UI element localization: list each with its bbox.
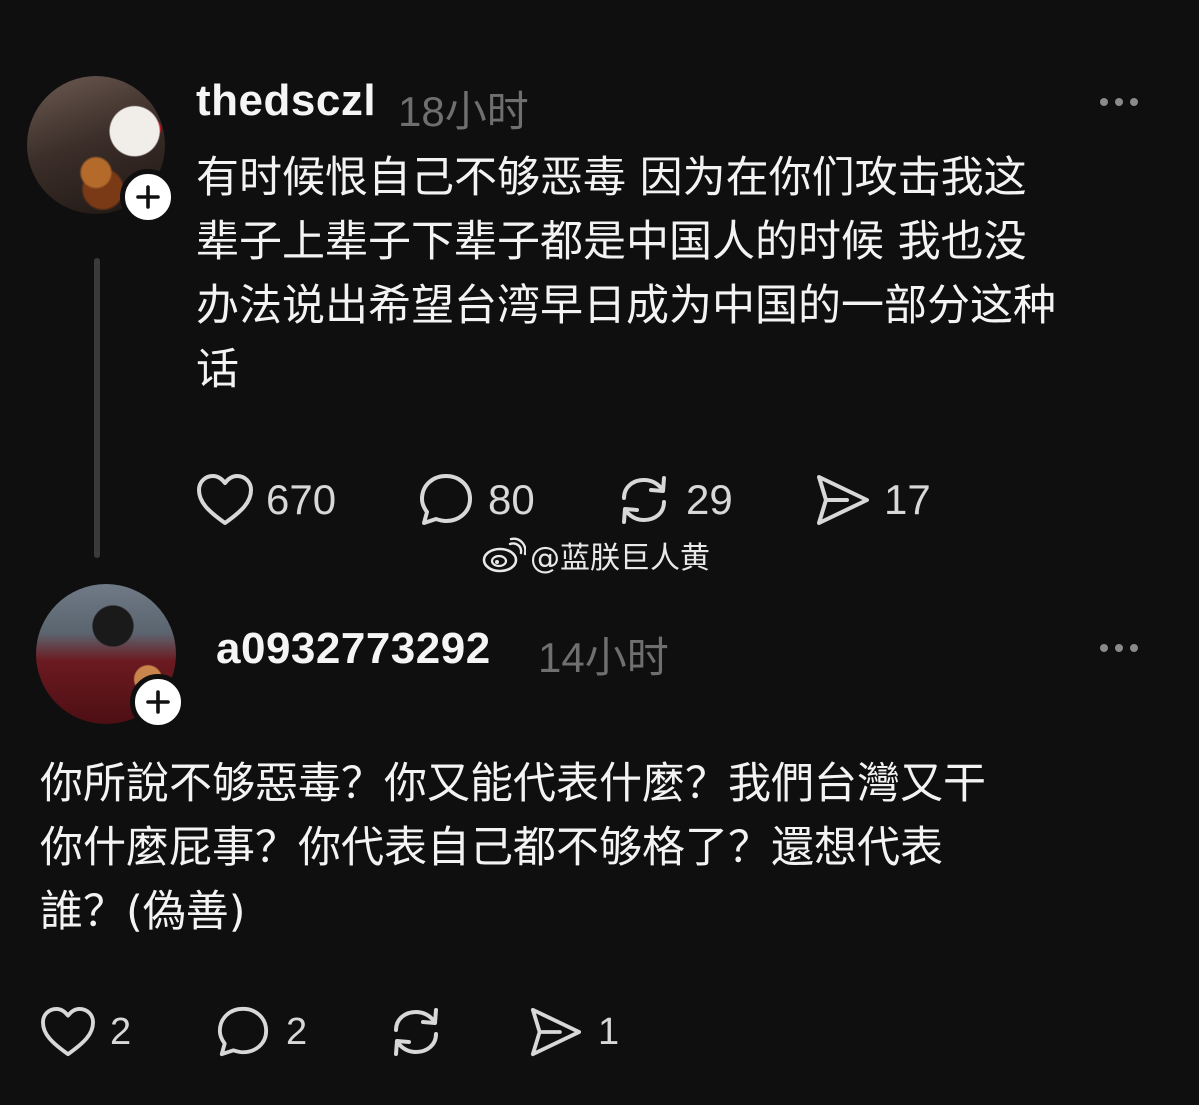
username[interactable]: thedsczl [196,76,376,126]
thread-screen: thedsczl 18小时 有时候恨自己不够恶毒 因为在你们攻击我这 辈子上辈子… [0,0,1199,1105]
post-body: 有时候恨自己不够恶毒 因为在你们攻击我这 辈子上辈子下辈子都是中国人的时候 我也… [196,146,1056,402]
post-text-line: 辈子上辈子下辈子都是中国人的时候 我也没 [196,217,1027,267]
plus-icon [136,185,160,209]
follow-button[interactable] [120,169,176,225]
post-time: 14小时 [538,634,669,681]
share-button[interactable]: 1 [528,1005,619,1059]
more-button[interactable] [1100,98,1138,106]
post-text-line: 有时候恨自己不够恶毒 因为在你们攻击我这 [196,153,1027,203]
post-text-line: 你什麼屁事？你代表自己都不够格了？還想代表 [40,823,943,873]
like-count: 2 [110,1010,132,1053]
comment-count: 2 [286,1010,308,1053]
thread-line [94,258,100,558]
share-count: 17 [884,476,931,523]
repost-button[interactable]: 29 [616,472,814,528]
post-text-line: 你所說不够惡毒？你又能代表什麼？我們台灣又干 [40,759,986,809]
like-button[interactable]: 2 [40,1006,216,1058]
heart-icon [41,1006,95,1057]
like-count: 670 [266,476,337,523]
send-icon [817,475,869,525]
more-button[interactable] [1100,644,1138,652]
comment-bubble-icon [217,1006,269,1057]
plus-icon [146,690,170,714]
repost-count: 29 [686,476,733,523]
comment-count: 80 [488,476,535,523]
heart-icon [197,474,253,525]
repost-icon [622,476,666,524]
post-body: 你所說不够惡毒？你又能代表什麼？我們台灣又干 你什麼屁事？你代表自己都不够格了？… [40,752,986,944]
share-button[interactable]: 17 [814,472,931,528]
comment-button[interactable]: 2 [216,1005,388,1059]
more-dots-icon [1100,98,1108,106]
repost-icon [394,1008,438,1056]
post-actions: 670 80 29 17 [196,472,931,528]
repost-button[interactable] [388,1004,528,1060]
post-text-line: 话 [196,345,239,395]
follow-button[interactable] [130,674,186,730]
watermark: @蓝朕巨人黄 [482,533,710,577]
share-count: 1 [598,1010,620,1053]
username[interactable]: a0932773292 [216,624,491,674]
post-actions: 2 2 1 [40,1004,619,1060]
more-dots-icon [1100,644,1108,652]
post-time: 18小时 [398,88,529,135]
post-text-line: 办法说出希望台湾早日成为中国的一部分这种 [196,281,1056,331]
post-text-line: 誰？(偽善) [40,887,246,937]
send-icon [530,1007,582,1057]
weibo-logo-icon [482,537,526,573]
watermark-text: @蓝朕巨人黄 [530,541,710,576]
like-button[interactable]: 670 [196,473,418,527]
comment-bubble-icon [420,474,472,525]
comment-button[interactable]: 80 [418,472,616,528]
